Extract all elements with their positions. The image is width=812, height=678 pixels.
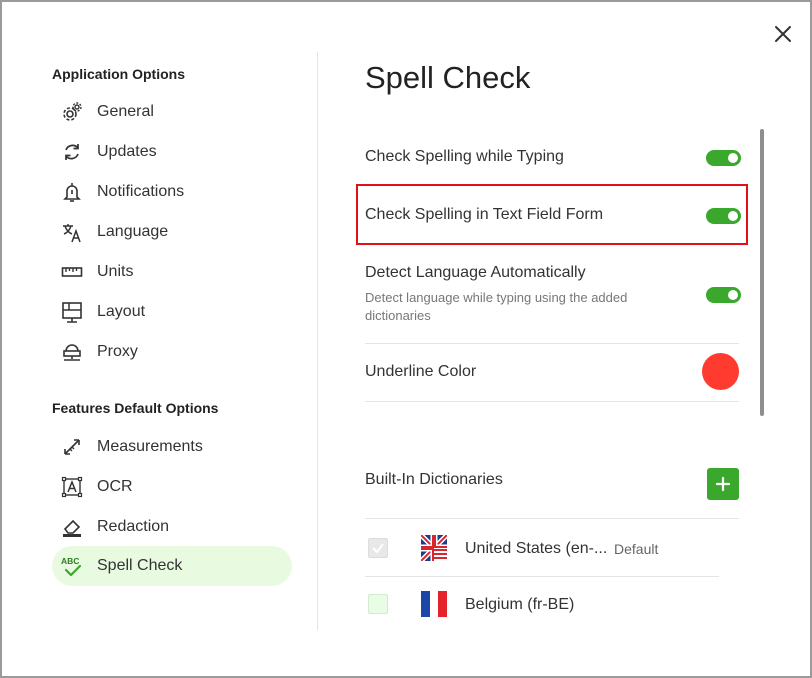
toggle-knob [728, 290, 738, 300]
toggle-detect-language[interactable] [706, 287, 741, 303]
toggle-check-spelling-typing[interactable] [706, 150, 741, 166]
dictionary-checkbox-us[interactable] [368, 538, 388, 558]
layout-icon [61, 301, 83, 323]
page-title: Spell Check [365, 60, 531, 95]
sidebar-divider [317, 52, 318, 630]
sync-icon [61, 141, 83, 163]
gear-icon [61, 101, 83, 123]
divider [365, 518, 739, 519]
dictionaries-title: Built-In Dictionaries [365, 471, 503, 488]
spellcheck-icon: ABC [61, 555, 83, 577]
setting-label-underline-color: Underline Color [365, 363, 477, 380]
sidebar-item-label: Updates [97, 143, 157, 160]
sidebar-item-updates[interactable]: Updates [52, 132, 292, 172]
toggle-check-spelling-text-field[interactable] [706, 208, 741, 224]
sidebar-item-units[interactable]: Units [52, 252, 292, 292]
eraser-icon [61, 516, 83, 538]
measure-icon [61, 436, 83, 458]
sidebar-item-language[interactable]: Language [52, 212, 292, 252]
add-dictionary-button[interactable] [707, 468, 739, 500]
dictionary-name: Belgium (fr-BE) [465, 596, 575, 613]
dictionary-name: United States (en-... [465, 540, 608, 557]
setting-label-detect-language: Detect Language Automatically [365, 264, 586, 281]
divider [365, 401, 739, 402]
svg-text:ABC: ABC [61, 556, 79, 566]
sidebar-item-proxy[interactable]: Proxy [52, 332, 292, 372]
sidebar-item-label: Redaction [97, 518, 170, 535]
sidebar-item-measurements[interactable]: Measurements [52, 427, 292, 467]
sidebar-item-label: Proxy [97, 343, 138, 360]
us-uk-flag-icon [419, 533, 449, 563]
sidebar-item-label: Measurements [97, 438, 203, 455]
network-icon [61, 341, 83, 363]
setting-description-detect-language: Detect language while typing using the a… [365, 290, 628, 323]
sidebar-item-general[interactable]: General [52, 92, 292, 132]
sidebar-item-notifications[interactable]: Notifications [52, 172, 292, 212]
sidebar-item-ocr[interactable]: OCR [52, 467, 292, 507]
divider [365, 576, 719, 577]
sidebar-item-label: Notifications [97, 183, 185, 200]
check-icon [372, 543, 384, 554]
sidebar-item-label: General [97, 103, 154, 120]
dictionary-checkbox-be[interactable] [368, 594, 388, 614]
underline-color-swatch[interactable] [702, 353, 739, 390]
toggle-knob [728, 211, 738, 221]
france-flag-icon [421, 591, 447, 617]
sidebar-item-spell-check[interactable]: ABC Spell Check [52, 546, 292, 586]
sidebar-item-label: Spell Check [97, 557, 183, 574]
close-icon [775, 26, 791, 42]
ruler-icon [61, 261, 83, 283]
scrollbar-thumb[interactable] [760, 129, 764, 416]
sidebar-item-label: Units [97, 263, 134, 280]
divider [365, 343, 739, 344]
section-title-application-options: Application Options [52, 66, 185, 82]
setting-label-check-spelling-typing: Check Spelling while Typing [365, 148, 564, 165]
sidebar-item-layout[interactable]: Layout [52, 292, 292, 332]
bell-icon [61, 181, 83, 203]
default-badge: Default [614, 541, 659, 557]
settings-dialog: Application Options General Updates Noti… [0, 0, 812, 678]
translate-icon [61, 221, 83, 243]
sidebar-item-label: OCR [97, 478, 133, 495]
main-panel: Spell Check Check Spelling while Typing … [356, 2, 755, 676]
sidebar-item-redaction[interactable]: Redaction [52, 507, 292, 547]
toggle-knob [728, 153, 738, 163]
plus-icon [715, 476, 731, 492]
setting-label-check-spelling-text-field: Check Spelling in Text Field Form [365, 206, 604, 223]
sidebar-item-label: Language [97, 223, 169, 240]
close-button[interactable] [770, 21, 796, 47]
sidebar-item-label: Layout [97, 303, 146, 320]
section-title-features-default-options: Features Default Options [52, 400, 219, 416]
ocr-icon [61, 476, 83, 498]
